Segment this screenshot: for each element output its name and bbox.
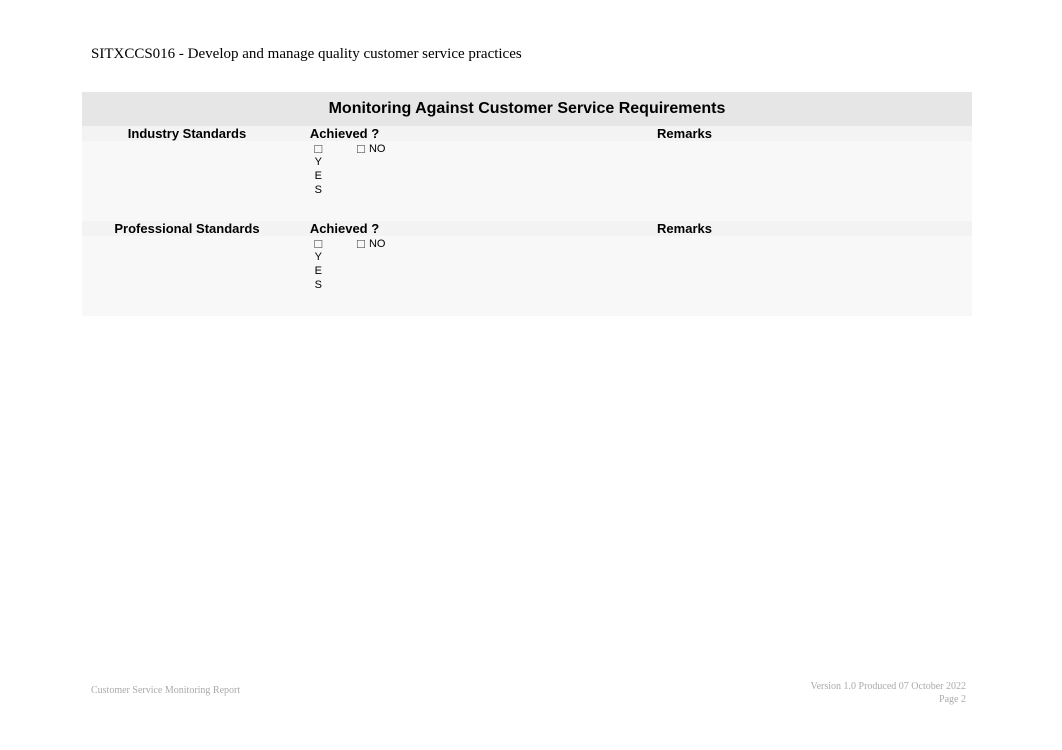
footer-right: Version 1.0 Produced 07 October 2022 Pag… xyxy=(810,681,966,706)
yes-s: S xyxy=(294,279,343,293)
professional-achieved-cell: ☐ Y E S ☐ NO xyxy=(292,236,397,316)
professional-standards-cell xyxy=(82,236,292,316)
professional-remarks-cell xyxy=(397,236,972,316)
checkbox-icon[interactable]: ☐ xyxy=(313,239,323,251)
professional-body-row: ☐ Y E S ☐ NO xyxy=(82,236,972,316)
yes-e: E xyxy=(294,170,343,184)
yes-label: Y E S xyxy=(294,156,343,197)
remarks-header-1: Remarks xyxy=(397,126,972,141)
professional-header-row: Professional Standards Achieved ? Remark… xyxy=(82,221,972,236)
no-label: NO xyxy=(369,238,386,250)
industry-remarks-cell xyxy=(397,141,972,221)
achieved-header-2: Achieved ? xyxy=(292,221,397,236)
industry-standards-cell xyxy=(82,141,292,221)
footer-page: Page 2 xyxy=(810,694,966,707)
checkbox-icon[interactable]: ☐ xyxy=(313,144,323,156)
achieved-header-1: Achieved ? xyxy=(292,126,397,141)
no-label: NO xyxy=(369,143,386,155)
footer-version: Version 1.0 Produced 07 October 2022 xyxy=(810,681,966,694)
yes-e: E xyxy=(294,265,343,279)
table-title: Monitoring Against Customer Service Requ… xyxy=(82,92,972,126)
yes-y: Y xyxy=(294,251,343,265)
industry-standards-header: Industry Standards xyxy=(82,126,292,141)
checkbox-icon[interactable]: ☐ xyxy=(356,239,366,251)
table-title-row: Monitoring Against Customer Service Requ… xyxy=(82,92,972,126)
monitoring-table-container: Monitoring Against Customer Service Requ… xyxy=(82,92,972,316)
yes-y: Y xyxy=(294,156,343,170)
remarks-header-2: Remarks xyxy=(397,221,972,236)
yes-label: Y E S xyxy=(294,251,343,292)
industry-body-row: ☐ Y E S ☐ NO xyxy=(82,141,972,221)
industry-achieved-cell: ☐ Y E S ☐ NO xyxy=(292,141,397,221)
professional-standards-header: Professional Standards xyxy=(82,221,292,236)
industry-achieved-options: ☐ Y E S ☐ NO xyxy=(292,141,397,199)
monitoring-table: Monitoring Against Customer Service Requ… xyxy=(82,92,972,316)
footer-left: Customer Service Monitoring Report xyxy=(91,685,240,696)
yes-s: S xyxy=(294,184,343,198)
course-title: SITXCCS016 - Develop and manage quality … xyxy=(91,46,522,63)
industry-header-row: Industry Standards Achieved ? Remarks xyxy=(82,126,972,141)
professional-achieved-options: ☐ Y E S ☐ NO xyxy=(292,236,397,294)
checkbox-icon[interactable]: ☐ xyxy=(356,144,366,156)
